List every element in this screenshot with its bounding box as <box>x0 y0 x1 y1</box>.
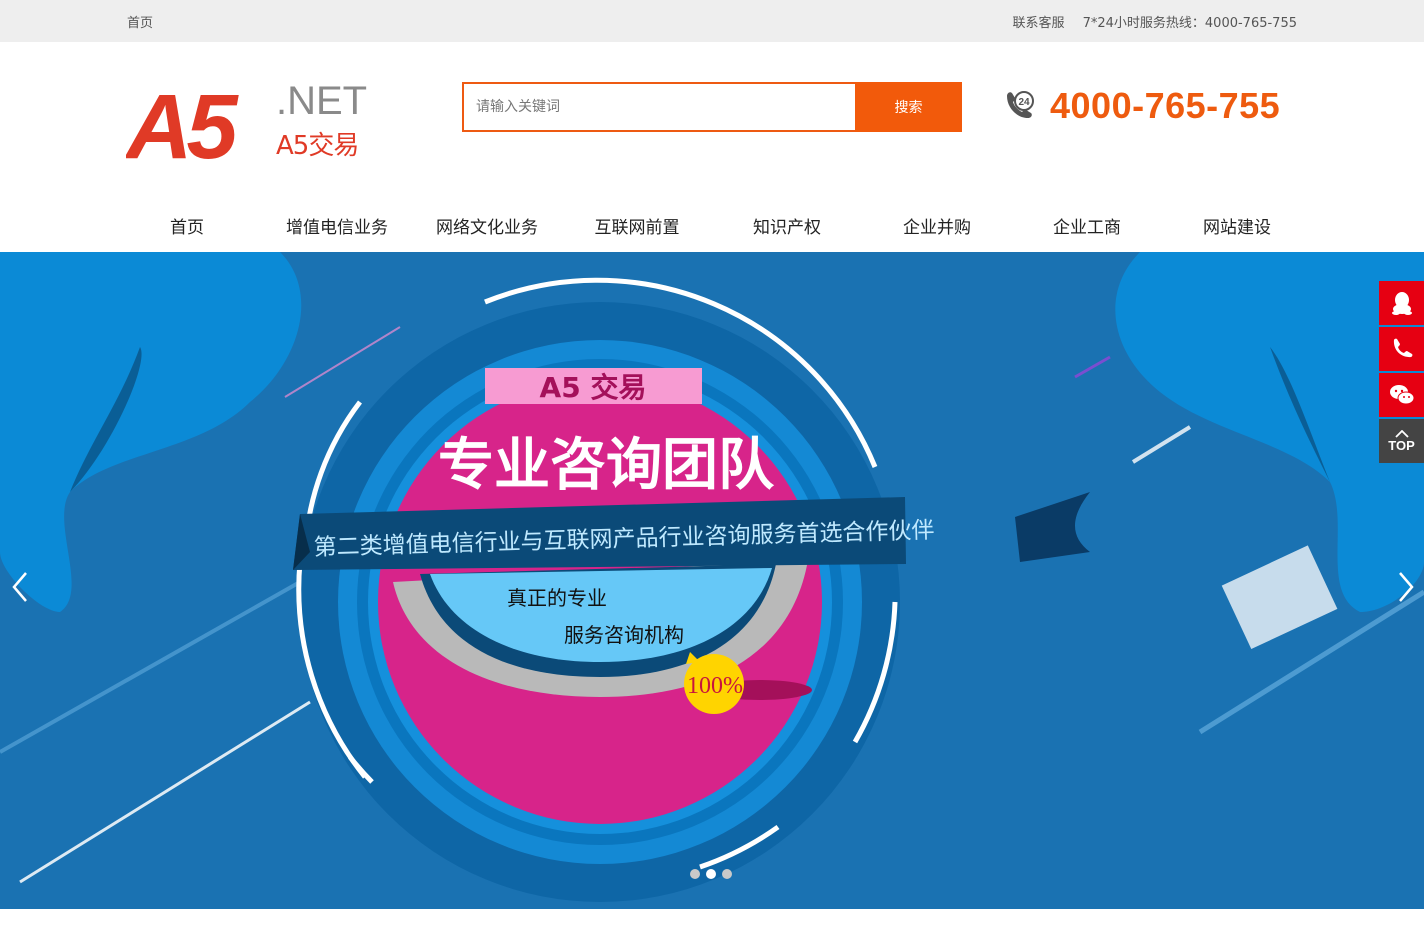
qq-icon <box>1391 292 1412 315</box>
phone-icon <box>1393 338 1412 358</box>
banner-tag: A5 交易 <box>540 371 647 404</box>
qq-button[interactable] <box>1379 281 1424 325</box>
hotline: 24 4000-765-755 <box>1002 85 1281 126</box>
next-slide-arrow[interactable] <box>1392 567 1422 607</box>
nav-item-culture[interactable]: 网络文化业务 <box>412 213 562 238</box>
hero-banner[interactable]: A5 交易 专业咨询团队 第二类增值电信行业与互联网产品行业咨询服务首选合作伙伴… <box>0 252 1424 909</box>
slide-dot-1[interactable] <box>690 869 700 879</box>
customer-service-link[interactable]: 联系客服 <box>1012 16 1064 31</box>
chevron-right-icon <box>1399 572 1414 602</box>
nav-item-web-dev[interactable]: 网站建设 <box>1162 213 1312 238</box>
back-to-top-label: TOP <box>1388 437 1415 453</box>
chevron-up-icon <box>1394 429 1409 438</box>
nav-item-home[interactable]: 首页 <box>112 213 262 238</box>
phone-24-icon: 24 <box>1007 91 1034 118</box>
hotline-text: 7*24小时服务热线：4000-765-755 <box>1082 16 1297 31</box>
logo-suffix: .NET <box>276 79 367 123</box>
site-logo[interactable]: A5 .NET A5交易 <box>124 76 376 178</box>
main-nav: 首页 增值电信业务 网络文化业务 互联网前置 知识产权 企业并购 企业工商 网站… <box>112 205 1312 249</box>
back-to-top-button[interactable]: TOP <box>1379 419 1424 463</box>
phone-button[interactable] <box>1379 327 1424 371</box>
wechat-button[interactable] <box>1379 373 1424 417</box>
prev-slide-arrow[interactable] <box>6 567 36 607</box>
nav-item-telecom[interactable]: 增值电信业务 <box>262 213 412 238</box>
left-paper-curl <box>0 252 302 612</box>
nav-item-business-reg[interactable]: 企业工商 <box>1012 213 1162 238</box>
right-paper-curl <box>1115 252 1424 612</box>
nav-item-mna[interactable]: 企业并购 <box>862 213 1012 238</box>
nav-item-internet-prereview[interactable]: 互联网前置 <box>562 213 712 238</box>
hotline-badge: 24 <box>1018 97 1030 108</box>
search-bar: 搜索 <box>462 82 962 132</box>
slide-dot-2[interactable] <box>706 869 716 879</box>
top-bar: 首页 联系客服 7*24小时服务热线：4000-765-755 <box>0 0 1424 42</box>
banner-badge: 100% <box>687 673 743 699</box>
top-right-links: 联系客服 7*24小时服务热线：4000-765-755 <box>998 12 1297 31</box>
logo-mark: A5 <box>126 78 239 168</box>
banner-line2: 服务咨询机构 <box>564 623 684 647</box>
top-home-link[interactable]: 首页 <box>127 12 153 31</box>
banner-artwork: A5 交易 专业咨询团队 第二类增值电信行业与互联网产品行业咨询服务首选合作伙伴… <box>0 252 1424 902</box>
banner-line1: 真正的专业 <box>507 586 607 610</box>
wechat-icon <box>1389 385 1414 405</box>
search-button[interactable]: 搜索 <box>855 82 962 132</box>
side-float-bar: TOP <box>1379 281 1424 465</box>
search-input[interactable] <box>462 82 856 132</box>
banner-headline: 专业咨询团队 <box>438 432 775 498</box>
logo-name: A5交易 <box>276 131 358 161</box>
slide-dot-3[interactable] <box>722 869 732 879</box>
slide-dots <box>690 869 732 879</box>
nav-item-ip[interactable]: 知识产权 <box>712 213 862 238</box>
hotline-number: 4000-765-755 <box>1050 85 1281 126</box>
chevron-left-icon <box>12 572 27 602</box>
